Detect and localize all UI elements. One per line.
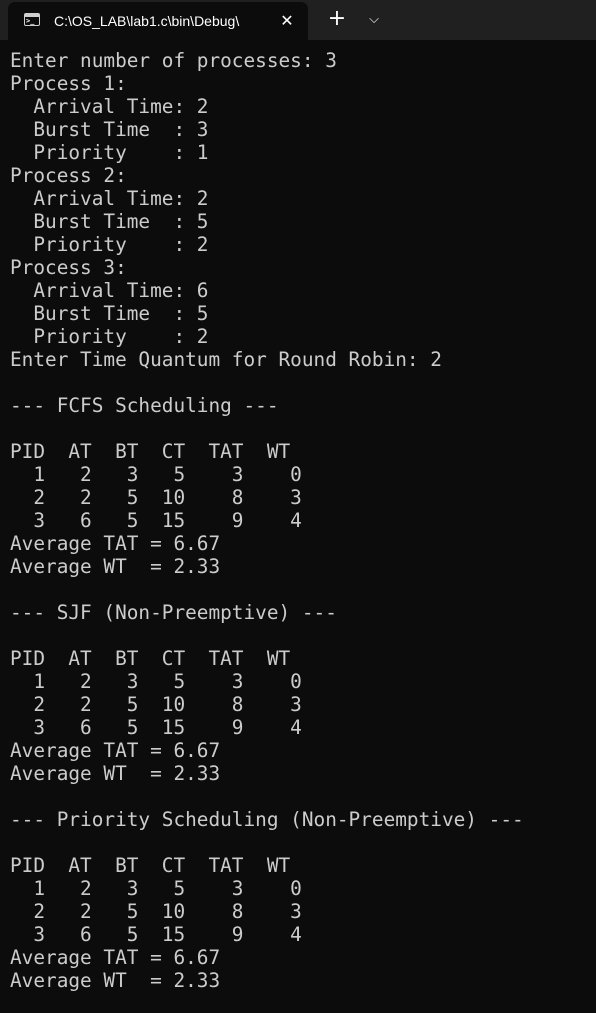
console-line: Average TAT = 6.67 xyxy=(10,739,221,762)
console-line: Priority : 2 xyxy=(10,233,209,256)
console-line: Arrival Time: 2 xyxy=(10,187,209,210)
console-line: Burst Time : 5 xyxy=(10,302,209,325)
title-bar: >_ C:\OS_LAB\lab1.c\bin\Debug\ ✕ + ⌵ xyxy=(0,0,596,40)
console-line: 2 2 5 10 8 3 xyxy=(10,900,302,923)
console-line: Average WT = 2.33 xyxy=(10,969,221,992)
console-line: Enter number of processes: 3 xyxy=(10,49,337,72)
console-line: Process 2: xyxy=(10,164,127,187)
chevron-down-icon[interactable]: ⌵ xyxy=(360,6,388,34)
console-line: Process 3: xyxy=(10,256,127,279)
console-line: 3 6 5 15 9 4 xyxy=(10,716,302,739)
new-tab-button[interactable]: + xyxy=(322,6,352,34)
console-line: 3 6 5 15 9 4 xyxy=(10,509,302,532)
console-line: Priority : 1 xyxy=(10,141,209,164)
terminal-window: >_ C:\OS_LAB\lab1.c\bin\Debug\ ✕ + ⌵ Ent… xyxy=(0,0,596,1013)
console-line: 1 2 3 5 3 0 xyxy=(10,670,302,693)
console-line: --- FCFS Scheduling --- xyxy=(10,394,279,417)
console-line: PID AT BT CT TAT WT xyxy=(10,854,291,877)
console-line: Enter Time Quantum for Round Robin: 2 xyxy=(10,348,442,371)
console-line: Burst Time : 3 xyxy=(10,118,209,141)
console-line: Average TAT = 6.67 xyxy=(10,946,221,969)
console-line: PID AT BT CT TAT WT xyxy=(10,647,291,670)
terminal-tab[interactable]: >_ C:\OS_LAB\lab1.c\bin\Debug\ ✕ xyxy=(8,2,308,40)
console-line: 1 2 3 5 3 0 xyxy=(10,877,302,900)
console-line: Arrival Time: 6 xyxy=(10,279,209,302)
console-line: Average WT = 2.33 xyxy=(10,555,221,578)
console-line: 2 2 5 10 8 3 xyxy=(10,693,302,716)
console-line: Average TAT = 6.67 xyxy=(10,532,221,555)
console-line: --- SJF (Non-Preemptive) --- xyxy=(10,601,337,624)
console-line: PID AT BT CT TAT WT xyxy=(10,440,291,463)
console-line: Arrival Time: 2 xyxy=(10,95,209,118)
close-tab-icon[interactable]: ✕ xyxy=(276,10,298,32)
console-output[interactable]: Enter number of processes: 3 Process 1: A… xyxy=(10,49,590,992)
tab-title: C:\OS_LAB\lab1.c\bin\Debug\ xyxy=(54,13,240,29)
console-line: Average WT = 2.33 xyxy=(10,762,221,785)
console-line: 1 2 3 5 3 0 xyxy=(10,463,302,486)
console-line: --- Priority Scheduling (Non-Preemptive)… xyxy=(10,808,524,831)
console-line: Priority : 2 xyxy=(10,325,209,348)
console-line: Burst Time : 5 xyxy=(10,210,209,233)
console-line: Process 1: xyxy=(10,72,127,95)
console-line: 2 2 5 10 8 3 xyxy=(10,486,302,509)
console-line: 3 6 5 15 9 4 xyxy=(10,923,302,946)
terminal-icon: >_ xyxy=(24,13,40,26)
